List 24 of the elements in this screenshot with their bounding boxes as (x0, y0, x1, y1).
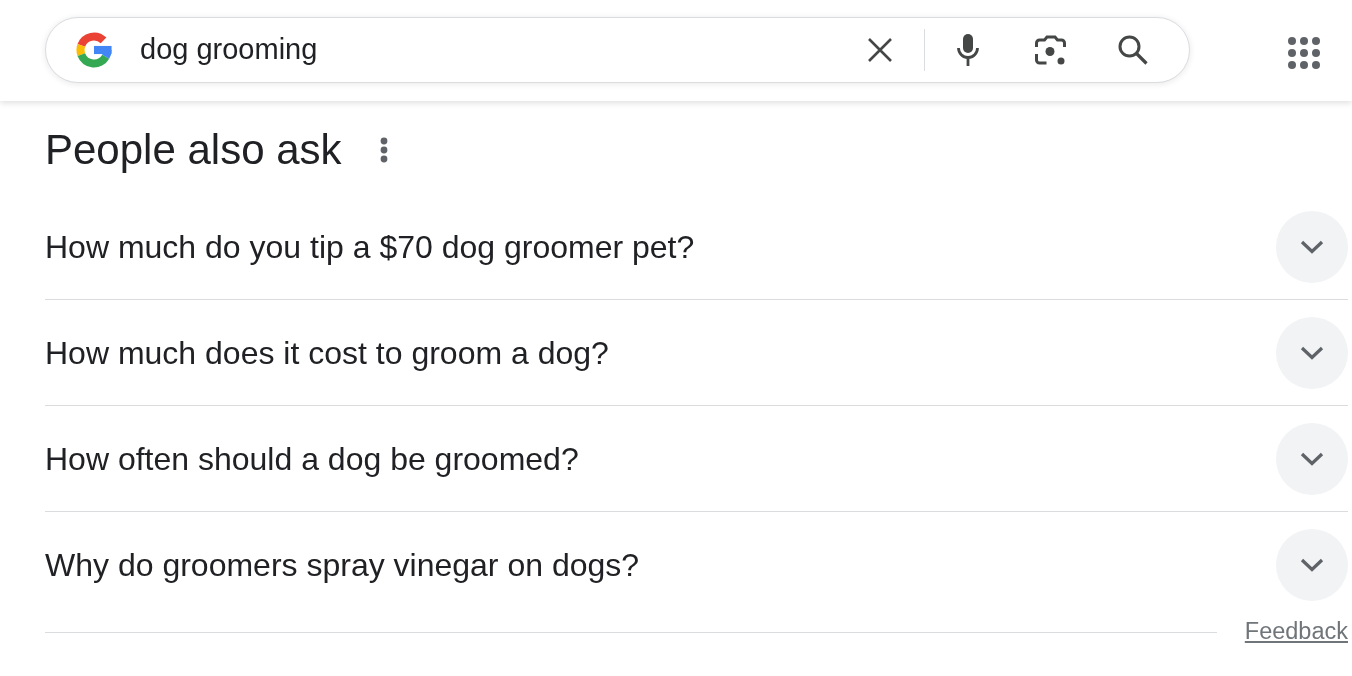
image-search-button[interactable] (1035, 34, 1066, 66)
search-button[interactable] (1118, 35, 1148, 65)
question-text[interactable]: How often should a dog be groomed? (45, 434, 579, 483)
chevron-icon (1300, 451, 1324, 466)
question-text[interactable]: Why do groomers spray vinegar on dogs? (45, 540, 640, 589)
chevron-icon (1300, 345, 1324, 360)
microphone-icon (957, 34, 979, 66)
voice-search-button[interactable] (957, 34, 979, 66)
section-title: People also ask (45, 127, 342, 173)
question-text[interactable]: How much does it cost to groom a dog? (45, 328, 609, 377)
more-options-button[interactable] (379, 137, 388, 163)
camera-lens-icon (1035, 34, 1066, 66)
close-icon (867, 37, 893, 63)
google-g-icon (76, 32, 112, 68)
feedback-link[interactable]: Feedback (1244, 614, 1348, 650)
question-text[interactable]: How much do you tip a $70 dog groomer pet? (45, 222, 695, 271)
three-dots-icon (379, 137, 388, 163)
clear-button[interactable] (867, 37, 893, 63)
grid-icon (1288, 37, 1320, 69)
chevron-icon (1300, 239, 1324, 254)
search-icon (1118, 35, 1148, 65)
search-input[interactable]: dog grooming (140, 31, 560, 69)
chevron-icon (1300, 557, 1324, 572)
apps-button[interactable] (1288, 37, 1320, 69)
